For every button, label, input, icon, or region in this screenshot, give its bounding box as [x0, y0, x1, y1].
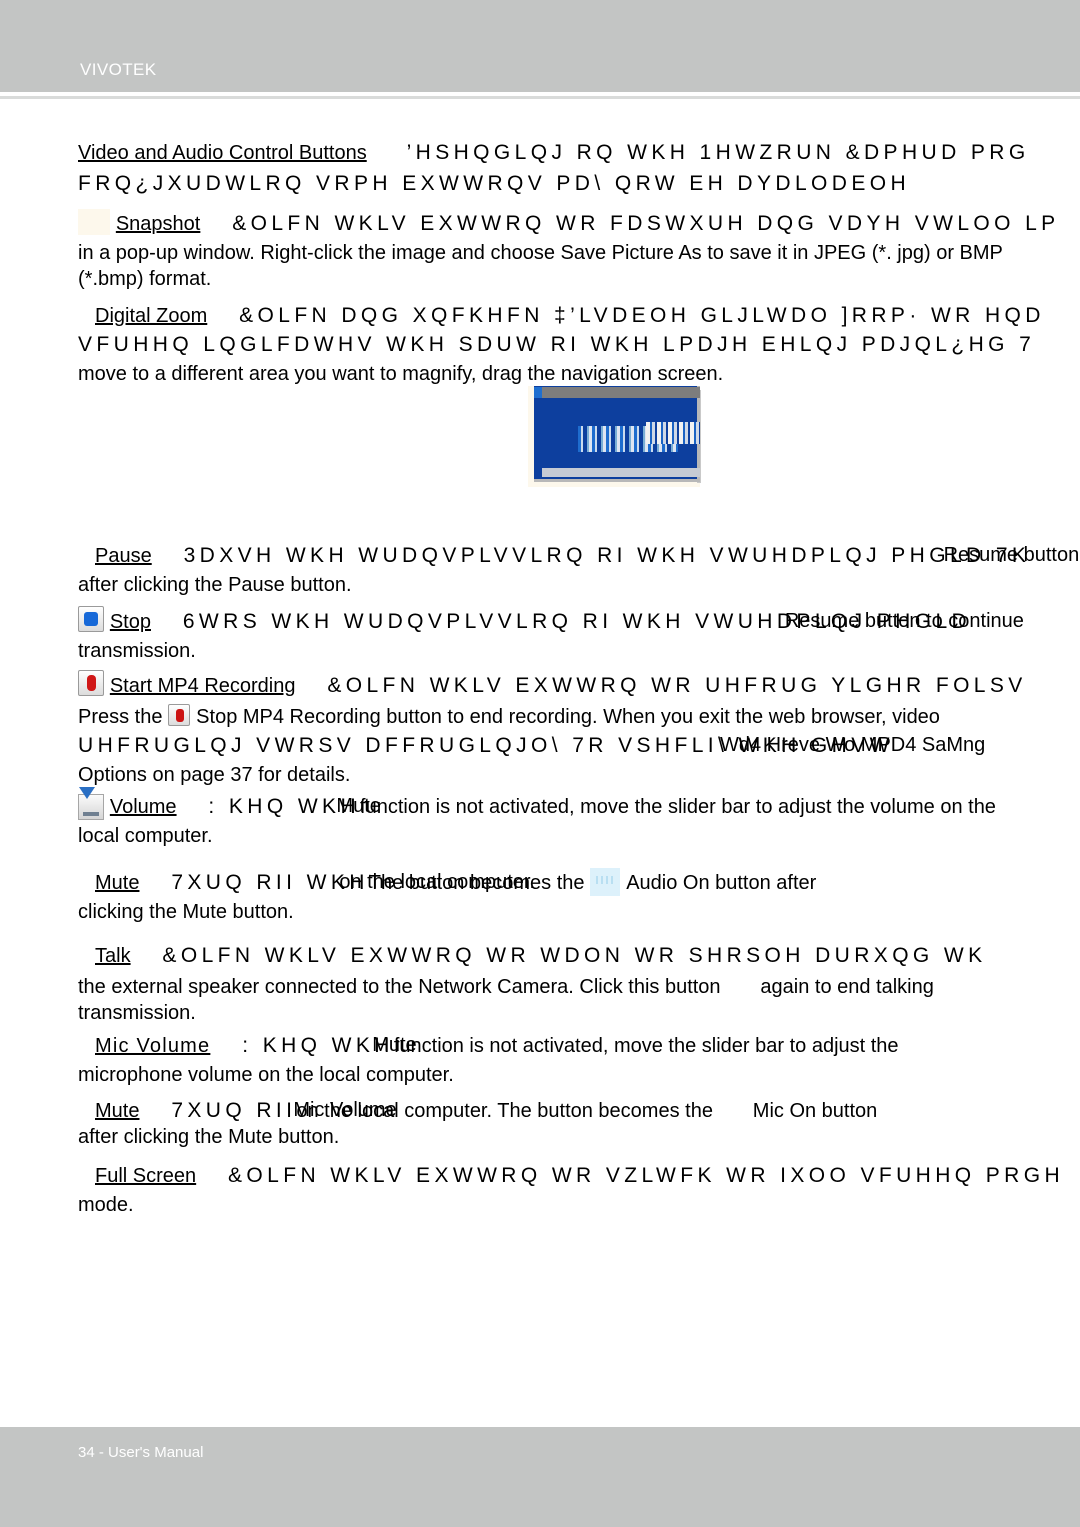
page-header	[0, 0, 1080, 92]
record-icon[interactable]	[78, 670, 104, 696]
paragraph-mute-audio-line2: clicking the Mute button.	[78, 896, 1080, 928]
label-start-mp4-recording: Start MP4 Recording	[109, 675, 296, 697]
snapshot-encoded: &OLFN WKLV EXWWRQ WR FDSWXUH DQG VDYH VW…	[232, 212, 1060, 235]
digital-zoom-encoded-line2: VFUHHQ LQGLFDWHV WKH SDUW RI WKH LPDJH E…	[78, 333, 1036, 356]
digital-zoom-encoded-line1: &OLFN DQG XQFKHFN ‡’LVDEOH GLJLWDO ]RRP·…	[239, 304, 1045, 327]
volume-icon[interactable]	[78, 787, 104, 822]
paragraph-intro-line1: Video and Audio Control Buttons ’HSHQGLQ…	[78, 137, 1080, 169]
intro-encoded-line2: FRQ¿JXUDWLRQ VRPH EXWWRQV PD\ QRW EH DYD…	[78, 172, 911, 195]
paragraph-stop-line2: transmission.	[78, 635, 1080, 667]
mute-mic-plain-line2: after clicking the Mute button.	[78, 1126, 340, 1148]
pause-encoded: 3DXVH WKH WUDQVPLVVLRQ RI WKH VWUHDPLQJ …	[183, 544, 1031, 567]
pause-overlap-run: 3DXVH WKH WUDQVPLVVLRQ RI WKH VWUHDPLQJ …	[183, 540, 1080, 571]
mic-volume-overlap-text: Mute	[372, 1034, 417, 1056]
intro-encoded-line1: ’HSHQGLQJ RQ WKH 1HWZRUN &DPHUD PRG	[406, 141, 1030, 164]
mute-mic-encoded: 7XUQ RII	[171, 1099, 297, 1122]
label-mic-volume: Mic Volume	[95, 1035, 211, 1057]
record-overlap-run: UHFRUGLQJ VWRSV DFFRUGLQJO\ 7R VSHFLI\ W…	[78, 730, 985, 761]
label-volume: Volume	[109, 796, 177, 818]
label-pause: Pause	[95, 545, 152, 567]
mic-volume-plain-rest: function is not activated, move the slid…	[393, 1035, 899, 1057]
stop-overlap-run: 6WRS WKH WUDQVPLVVLRQ RI WKH VWUHDPLQJ P…	[183, 606, 1024, 637]
pause-overlap-text: Resume button	[943, 544, 1080, 566]
stop-plain-line2: transmission.	[78, 640, 196, 662]
mute-audio-overlap-run: 7XUQ RII WKH on the local computer.	[171, 867, 535, 898]
paragraph-digital-zoom-line2: VFUHHQ LQGLFDWHV WKH SDUW RI WKH LPDJH E…	[78, 329, 1080, 360]
page-footer	[0, 1427, 1080, 1527]
paragraph-pause-line1: Pause 3DXVH WKH WUDQVPLVVLRQ RI WKH VWUH…	[95, 540, 1080, 572]
figure-titlebar	[542, 387, 700, 398]
pause-plain-line2: after clicking the Pause button.	[78, 574, 352, 596]
label-full-screen: Full Screen	[95, 1165, 197, 1187]
paragraph-volume-line1: Volume : KHQ WKH Mute function is not acti…	[78, 787, 1080, 823]
volume-plain-line2: local computer.	[78, 825, 213, 847]
talk-plain-line3: transmission.	[78, 1002, 196, 1024]
paragraph-volume-line2: local computer.	[78, 820, 1080, 852]
figure-statusbar	[542, 468, 700, 477]
paragraph-talk-line1: Talk &OLFN WKLV EXWWRQ WR WDON WR SHRSOH…	[95, 940, 1080, 972]
record-overlap-text: Wd4 Hreve Wo MPD4 SaMng	[720, 734, 986, 756]
label-stop: Stop	[109, 611, 151, 633]
paragraph-full-screen-line2: mode.	[78, 1189, 1080, 1221]
paragraph-full-screen-line1: Full Screen &OLFN WKLV EXWWRQ WR VZLWFK …	[95, 1160, 1080, 1192]
volume-overlap-run: : KHQ WKH Mute	[208, 791, 380, 822]
digital-zoom-figure	[528, 386, 701, 487]
audio-on-icon[interactable]	[590, 868, 621, 896]
talk-plain-line2-a: the external speaker connected to the Ne…	[78, 976, 721, 998]
header-divider	[0, 96, 1080, 99]
mic-volume-plain-line2: microphone volume on the local computer.	[78, 1064, 454, 1086]
paragraph-snapshot-line1: Snapshot &OLFN WKLV EXWWRQ WR FDSWXUH DQ…	[78, 208, 1080, 240]
stop-icon[interactable]	[78, 606, 104, 632]
digital-zoom-plain-line3: move to a different area you want to mag…	[78, 363, 724, 385]
mute-audio-plain-line2: clicking the Mute button.	[78, 901, 294, 923]
full-screen-plain-line2: mode.	[78, 1194, 134, 1216]
full-screen-encoded: &OLFN WKLV EXWWRQ WR VZLWFK WR IXOO VFUH…	[228, 1164, 1065, 1187]
label-digital-zoom: Digital Zoom	[95, 305, 208, 327]
snapshot-plain-line3: (*.bmp) format.	[78, 268, 212, 290]
figure-blurred-content-secondary	[646, 422, 700, 444]
mic-volume-overlap-run: : KHQ WKH Mute	[242, 1030, 416, 1061]
volume-overlap-text: Mute	[336, 795, 381, 817]
paragraph-mute-audio-line1: Mute 7XUQ RII WKH on the local computer. T…	[95, 867, 1080, 899]
talk-plain-line2-b: again to end talking	[760, 976, 934, 998]
paragraph-record-line3: UHFRUGLQJ VWRSV DFFRUGLQJO\ 7R VSHFLI\ W…	[78, 730, 1080, 761]
paragraph-record-line2: Press the Stop MP4 Recording button to e…	[78, 701, 1080, 733]
paragraph-record-line4: Options on page 37 for details.	[78, 759, 1080, 791]
paragraph-pause-line2: after clicking the Pause button.	[78, 569, 1080, 601]
paragraph-mute-mic-line2: after clicking the Mute button.	[78, 1121, 1080, 1153]
paragraph-intro-line2: FRQ¿JXUDWLRQ VRPH EXWWRQV PD\ QRW EH DYD…	[78, 168, 1080, 199]
label-snapshot: Snapshot	[115, 213, 201, 235]
brand-logo: VIVOTEK	[80, 60, 157, 79]
mute-audio-plain-after-icon: Audio On button after	[626, 872, 817, 894]
paragraph-snapshot-line3: (*.bmp) format.	[78, 263, 1080, 295]
figure-window	[534, 386, 700, 482]
label-mute-mic: Mute	[95, 1100, 140, 1122]
paragraph-stop-line1: Stop 6WRS WKH WUDQVPLVVLRQ RI WKH VWUHDP…	[78, 606, 1080, 638]
mute-audio-overlap-text: on the local computer.	[339, 871, 535, 893]
paragraph-record-line1: Start MP4 Recording &OLFN WKLV EXWWRQ WR…	[78, 670, 1080, 702]
mute-mic-plain-after-icon: Mic On button	[752, 1100, 878, 1122]
volume-plain-rest: function is not activated, move the slid…	[360, 796, 996, 818]
paragraph-talk-line3: transmission.	[78, 997, 1080, 1029]
mic-volume-encoded: : KHQ WKH	[242, 1034, 394, 1057]
heading-video-audio-control-buttons: Video and Audio Control Buttons	[78, 142, 367, 164]
label-talk: Talk	[95, 945, 131, 967]
record-encoded: &OLFN WKLV EXWWRQ WR UHFRUG YLGHR FOLSV	[327, 674, 1027, 697]
label-mute-audio: Mute	[95, 872, 140, 894]
stop-overlap-text: Resume button to continue	[784, 610, 1024, 632]
record-plain-before-icon: Press the	[78, 706, 163, 728]
footer-page-label: 34 - User's Manual	[78, 1444, 204, 1461]
paragraph-mic-volume-line1: Mic Volume : KHQ WKH Mute function is not …	[95, 1030, 1080, 1062]
record-plain-after-icon: Stop MP4 Recording button to end recordi…	[196, 706, 940, 728]
record-plain-line4: Options on page 37 for details.	[78, 764, 351, 786]
talk-encoded: &OLFN WKLV EXWWRQ WR WDON WR SHRSOH DURX…	[162, 944, 987, 967]
snapshot-icon[interactable]	[78, 209, 110, 235]
stop-record-icon[interactable]	[168, 704, 191, 726]
paragraph-digital-zoom-line1: Digital Zoom &OLFN DQG XQFKHFN ‡’LVDEOH …	[95, 300, 1080, 332]
paragraph-mic-volume-line2: microphone volume on the local computer.	[78, 1059, 1080, 1091]
snapshot-plain-line2: in a pop-up window. Right-click the imag…	[78, 242, 1003, 264]
